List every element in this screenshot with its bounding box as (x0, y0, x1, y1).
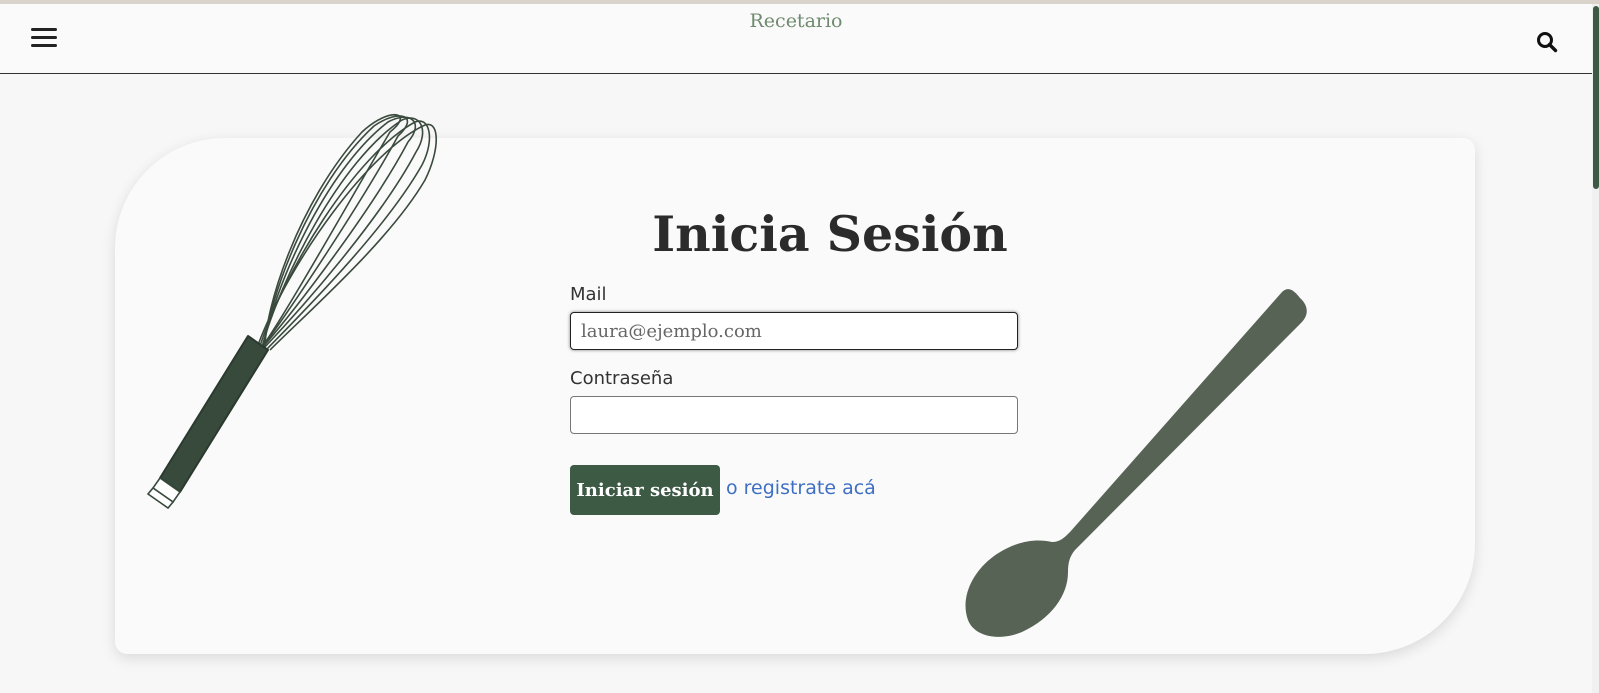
login-submit-button[interactable]: Iniciar sesión (570, 465, 720, 515)
search-icon (1537, 32, 1558, 53)
password-input[interactable] (570, 396, 1018, 434)
menu-bar (31, 36, 57, 39)
scrollbar-thumb[interactable] (1593, 6, 1599, 189)
register-link[interactable]: o registrate acá (726, 477, 876, 499)
site-header: Recetario (0, 4, 1592, 74)
mail-input[interactable] (570, 312, 1018, 350)
search-button[interactable] (1536, 31, 1558, 53)
page-title: Inicia Sesión (652, 205, 1008, 263)
site-brand[interactable]: Recetario (0, 10, 1592, 32)
password-label: Contraseña (570, 368, 674, 389)
whisk-icon (146, 113, 437, 510)
mail-label: Mail (570, 284, 607, 305)
page-scrollbar[interactable] (1592, 4, 1599, 693)
menu-bar (31, 44, 57, 47)
